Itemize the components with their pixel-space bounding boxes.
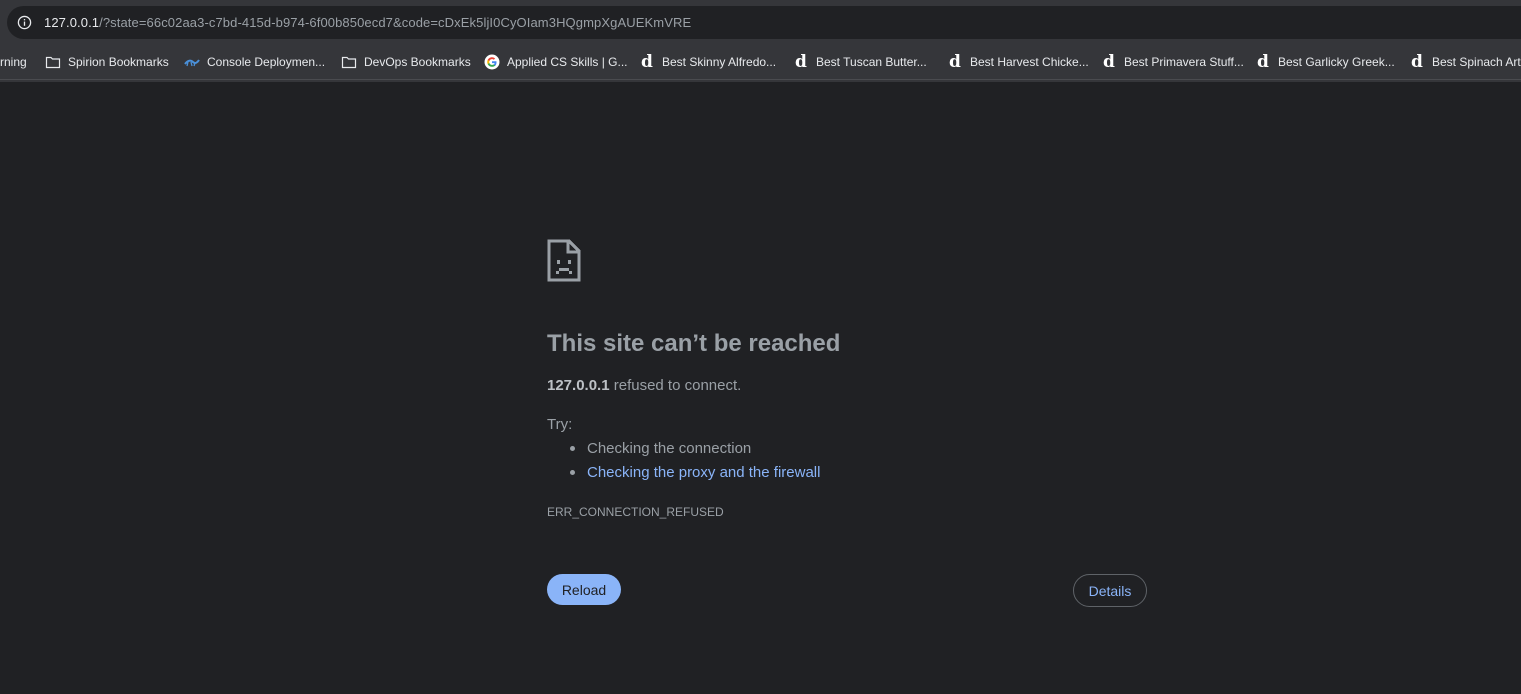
info-icon[interactable] (17, 15, 32, 30)
bookmarks-bar: rning Spirion Bookmarks Console Deployme… (0, 42, 1521, 80)
url-path: /?state=66c02aa3-c7bd-415d-b974-6f00b850… (99, 15, 692, 30)
bookmark-label: rning (0, 55, 27, 69)
suggestion-check-proxy-firewall-link[interactable]: Checking the proxy and the firewall (569, 464, 820, 488)
address-bar[interactable]: 127.0.0.1/?state=66c02aa3-c7bd-415d-b974… (7, 6, 1521, 39)
error-page (0, 82, 1521, 694)
reload-button[interactable]: Reload (547, 574, 621, 605)
bookmark-label: Applied CS Skills | G... (507, 55, 628, 69)
bookmark-label: Spirion Bookmarks (68, 55, 169, 69)
bookmark-folder-spirion[interactable]: Spirion Bookmarks (45, 53, 169, 71)
browser-toolbar: 127.0.0.1/?state=66c02aa3-c7bd-415d-b974… (0, 0, 1521, 82)
error-title: This site can’t be reached (547, 330, 841, 357)
bookmark-primavera-stuffed[interactable]: d Best Primavera Stuff... (1102, 53, 1244, 71)
d-icon: d (1411, 52, 1423, 72)
d-icon: d (795, 52, 807, 72)
bookmark-label: Best Garlicky Greek... (1278, 55, 1395, 69)
error-summary-text: refused to connect. (613, 377, 742, 394)
url-text[interactable]: 127.0.0.1/?state=66c02aa3-c7bd-415d-b974… (44, 15, 691, 30)
lizard-icon (184, 59, 200, 67)
d-icon: d (949, 52, 961, 72)
bookmark-label: Best Primavera Stuff... (1124, 55, 1244, 69)
folder-icon (45, 56, 61, 69)
bookmark-label: Best Spinach Arti (1432, 55, 1521, 69)
bookmark-harvest-chicken[interactable]: d Best Harvest Chicke... (948, 53, 1089, 71)
error-code: ERR_CONNECTION_REFUSED (547, 505, 724, 519)
details-button[interactable]: Details (1073, 574, 1147, 607)
sad-file-icon (547, 239, 581, 282)
bookmark-skinny-alfredo[interactable]: d Best Skinny Alfredo... (640, 53, 776, 71)
bookmark-console-deployment[interactable]: Console Deploymen... (184, 53, 325, 71)
omnibox-row: 127.0.0.1/?state=66c02aa3-c7bd-415d-b974… (0, 0, 1521, 42)
bookmark-label: Best Harvest Chicke... (970, 55, 1089, 69)
bookmark-folder-devops[interactable]: DevOps Bookmarks (341, 53, 471, 71)
bookmark-item[interactable]: rning (0, 53, 27, 71)
try-label: Try: (547, 416, 573, 433)
suggestion-check-connection: Checking the connection (569, 440, 820, 464)
url-host: 127.0.0.1 (44, 15, 100, 30)
d-icon: d (1257, 52, 1269, 72)
bookmark-label: Console Deploymen... (207, 55, 326, 69)
bookmark-tuscan-butter[interactable]: d Best Tuscan Butter... (794, 53, 927, 71)
d-icon: d (641, 52, 653, 72)
folder-icon (341, 56, 357, 69)
d-icon: d (1103, 52, 1115, 72)
bookmark-spinach-artichoke[interactable]: d Best Spinach Arti (1410, 53, 1521, 71)
bookmark-applied-cs-skills[interactable]: Applied CS Skills | G... (484, 53, 628, 71)
bookmark-label: DevOps Bookmarks (364, 55, 471, 69)
suggestions-list: Checking the connection Checking the pro… (569, 440, 820, 488)
bookmark-label: Best Tuscan Butter... (816, 55, 927, 69)
bookmark-garlicky-greek[interactable]: d Best Garlicky Greek... (1256, 53, 1395, 71)
error-host: 127.0.0.1 (547, 377, 610, 394)
google-icon (484, 54, 500, 70)
error-summary: 127.0.0.1 refused to connect. (547, 377, 741, 394)
bookmark-label: Best Skinny Alfredo... (662, 55, 777, 69)
